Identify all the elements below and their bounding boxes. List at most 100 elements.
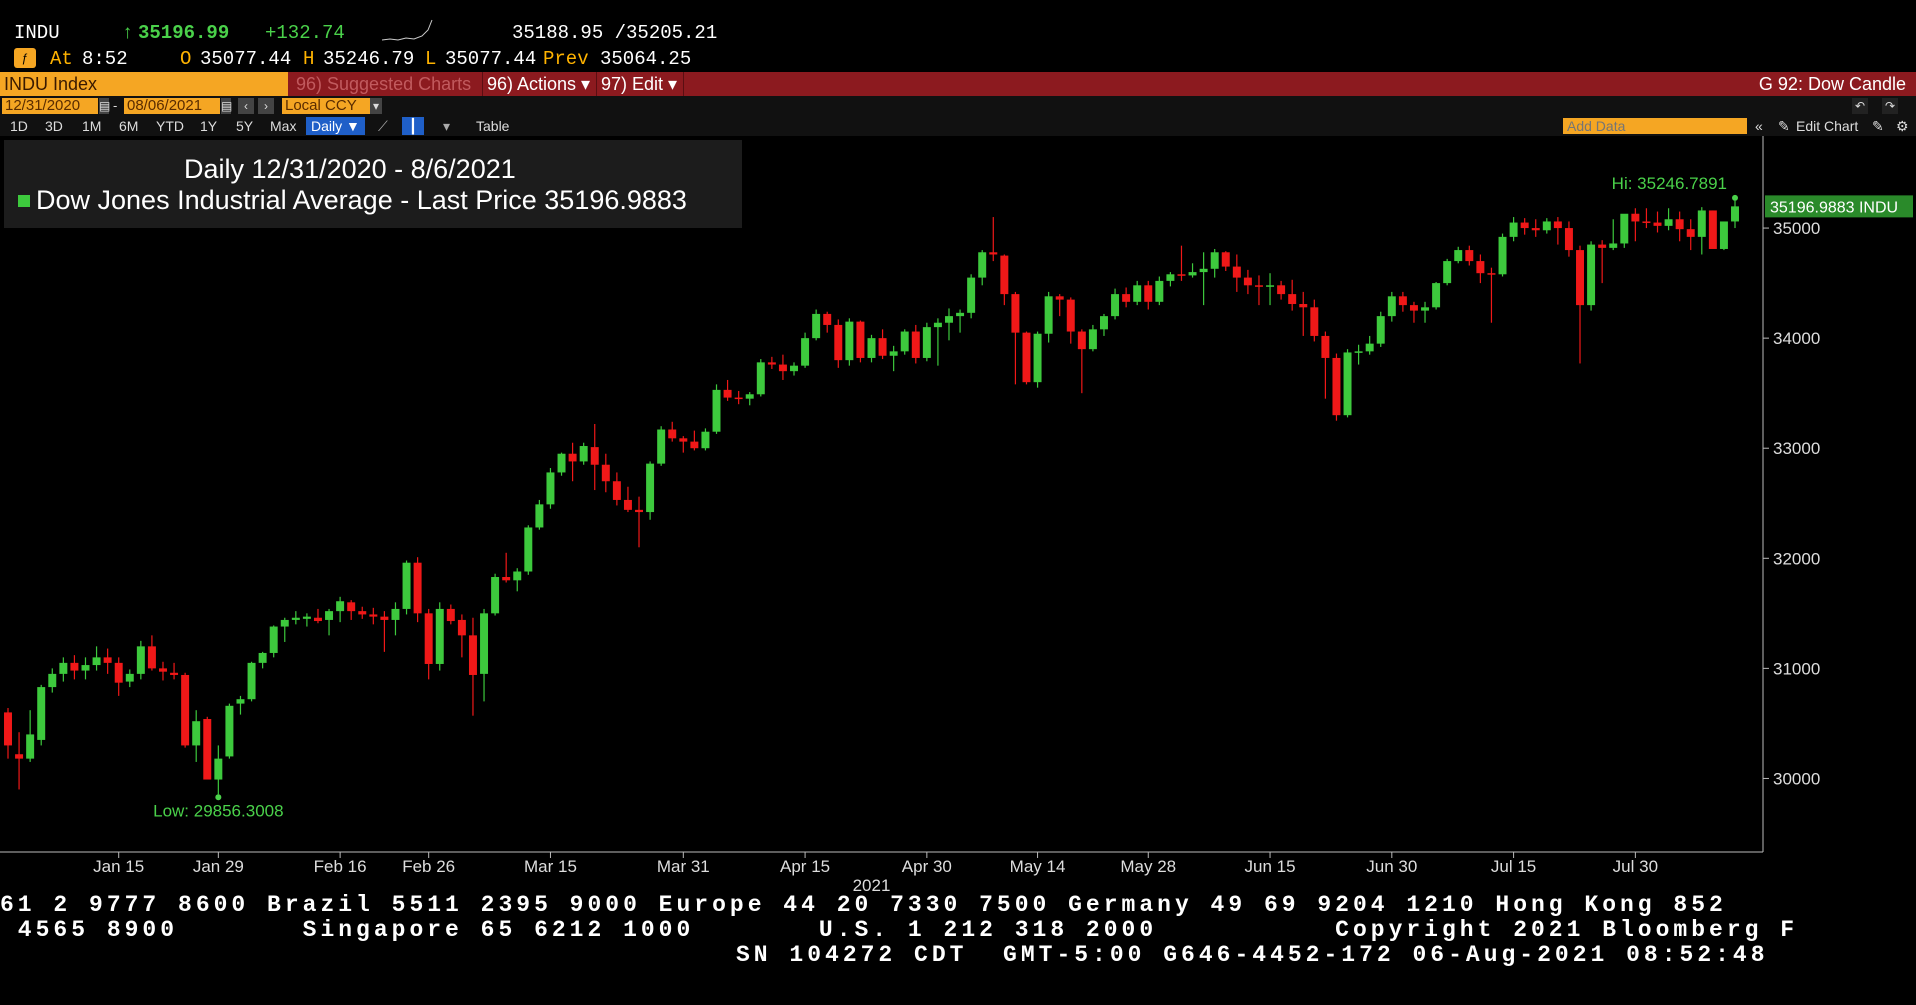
undo-icon[interactable]: ↶	[1852, 98, 1868, 114]
candle-body	[70, 662, 79, 671]
chevron-down-icon[interactable]: ▾	[443, 117, 450, 135]
range-ytd[interactable]: YTD	[156, 117, 184, 135]
low-marker	[215, 794, 222, 801]
next-period-icon[interactable]: ›	[258, 98, 274, 114]
candle-body	[258, 652, 267, 663]
x-tick-label: Mar 31	[657, 857, 710, 876]
candle-body	[867, 338, 876, 358]
y-tick-label: 33000	[1773, 439, 1820, 458]
candle-body	[457, 619, 466, 636]
bloomberg-function-icon[interactable]: ƒ	[14, 48, 36, 68]
high-value: 35246.79	[323, 48, 415, 70]
candle-body	[911, 331, 920, 358]
candle-body	[1177, 274, 1186, 276]
candle-body	[1188, 272, 1197, 276]
candlestick-chart[interactable]: 30000 31000 32000 33000 34000 35000 Jan 15 Jan …	[0, 136, 1916, 896]
candle-body	[1476, 261, 1485, 274]
candle-body	[734, 397, 743, 400]
high-marker	[1732, 194, 1738, 201]
range-3d[interactable]: 3D	[45, 117, 63, 135]
prev-period-icon[interactable]: ‹	[238, 98, 254, 114]
candle-body	[1288, 294, 1297, 305]
candle-body	[801, 338, 810, 366]
currency-select[interactable]: Local CCY	[282, 98, 376, 114]
candle-body	[435, 608, 444, 664]
candle-body	[1033, 333, 1042, 383]
end-date-field[interactable]: 08/06/2021	[124, 98, 220, 114]
range-1d[interactable]: 1D	[10, 117, 28, 135]
candle-body	[147, 646, 156, 669]
edit-chart-button[interactable]: Edit Chart	[1796, 117, 1858, 135]
candle-body	[1077, 331, 1086, 350]
range-max[interactable]: Max	[270, 117, 296, 135]
range-6m[interactable]: 6M	[119, 117, 138, 135]
candle-body	[336, 601, 345, 612]
footer-line-1: 61 2 9777 8600 Brazil 5511 2395 9000 Eur…	[0, 892, 1727, 918]
candle-body	[1509, 222, 1518, 237]
range-1y[interactable]: 1Y	[200, 117, 217, 135]
candle-body	[956, 312, 965, 317]
period-select[interactable]: Daily ▼	[306, 117, 365, 135]
candle-body	[1387, 296, 1396, 317]
security-field[interactable]: INDU Index	[0, 72, 288, 96]
candle-body	[37, 687, 46, 740]
redo-icon[interactable]: ↷	[1882, 98, 1898, 114]
date-separator: -	[113, 98, 118, 113]
candle-body	[4, 712, 12, 746]
candle-body	[668, 429, 677, 439]
candle-body	[889, 351, 898, 356]
candle-body	[1564, 228, 1573, 251]
pencil-icon[interactable]: ✎	[1778, 117, 1790, 135]
edit-menu[interactable]: 97) Edit ▾	[596, 72, 684, 96]
candle-body	[1520, 222, 1529, 229]
actions-menu[interactable]: 96) Actions ▾	[482, 72, 595, 96]
candle-body	[1421, 307, 1430, 311]
candle-body	[1111, 294, 1120, 317]
calendar-icon[interactable]: ▤	[99, 98, 110, 114]
gear-icon[interactable]: ⚙	[1896, 117, 1909, 135]
candle-chart-icon[interactable]: ┃	[402, 117, 424, 135]
candle-body	[1642, 221, 1651, 223]
range-5y[interactable]: 5Y	[236, 117, 253, 135]
line-chart-icon[interactable]: ⟋	[378, 117, 388, 135]
candle-body	[1343, 352, 1352, 416]
candle-body	[424, 613, 433, 664]
edit-icon[interactable]: ✎	[1872, 117, 1884, 135]
candle-body	[1719, 221, 1728, 249]
candle-body	[712, 389, 721, 432]
candle-body	[325, 611, 334, 620]
candle-body	[302, 616, 311, 619]
candle-body	[225, 705, 234, 757]
add-data-input[interactable]	[1563, 118, 1747, 134]
candle-body	[1354, 351, 1363, 353]
suggested-charts-button[interactable]: 96) Suggested Charts	[292, 72, 476, 96]
candle-body	[125, 673, 134, 682]
candle-body	[26, 734, 35, 759]
calendar-icon[interactable]: ▤	[221, 98, 232, 114]
candle-body	[280, 619, 289, 627]
low-label: Low: 29856.3008	[153, 801, 283, 820]
sparkline-icon	[382, 19, 433, 41]
x-tick-label: May 14	[1010, 857, 1066, 876]
low-label: L	[425, 48, 437, 70]
candle-body	[646, 463, 655, 513]
candle-body	[535, 504, 544, 528]
candle-body	[1133, 285, 1142, 302]
candle-body	[1210, 252, 1219, 269]
range-1m[interactable]: 1M	[82, 117, 101, 135]
table-button[interactable]: Table	[476, 117, 509, 135]
candle-body	[491, 577, 500, 614]
candle-body	[546, 472, 555, 505]
candle-body	[1277, 285, 1286, 295]
y-tick-label: 34000	[1773, 329, 1820, 348]
candle-body	[380, 616, 389, 620]
candle-body	[812, 313, 821, 339]
candle-body	[1310, 307, 1319, 336]
collapse-icon[interactable]: «	[1755, 117, 1763, 135]
candle-body	[1454, 250, 1463, 262]
x-tick-label: Jun 30	[1366, 857, 1417, 876]
candle-body	[1055, 296, 1064, 300]
candle-body	[1243, 277, 1252, 286]
chevron-down-icon[interactable]: ▾	[370, 98, 382, 114]
start-date-field[interactable]: 12/31/2020	[2, 98, 98, 114]
